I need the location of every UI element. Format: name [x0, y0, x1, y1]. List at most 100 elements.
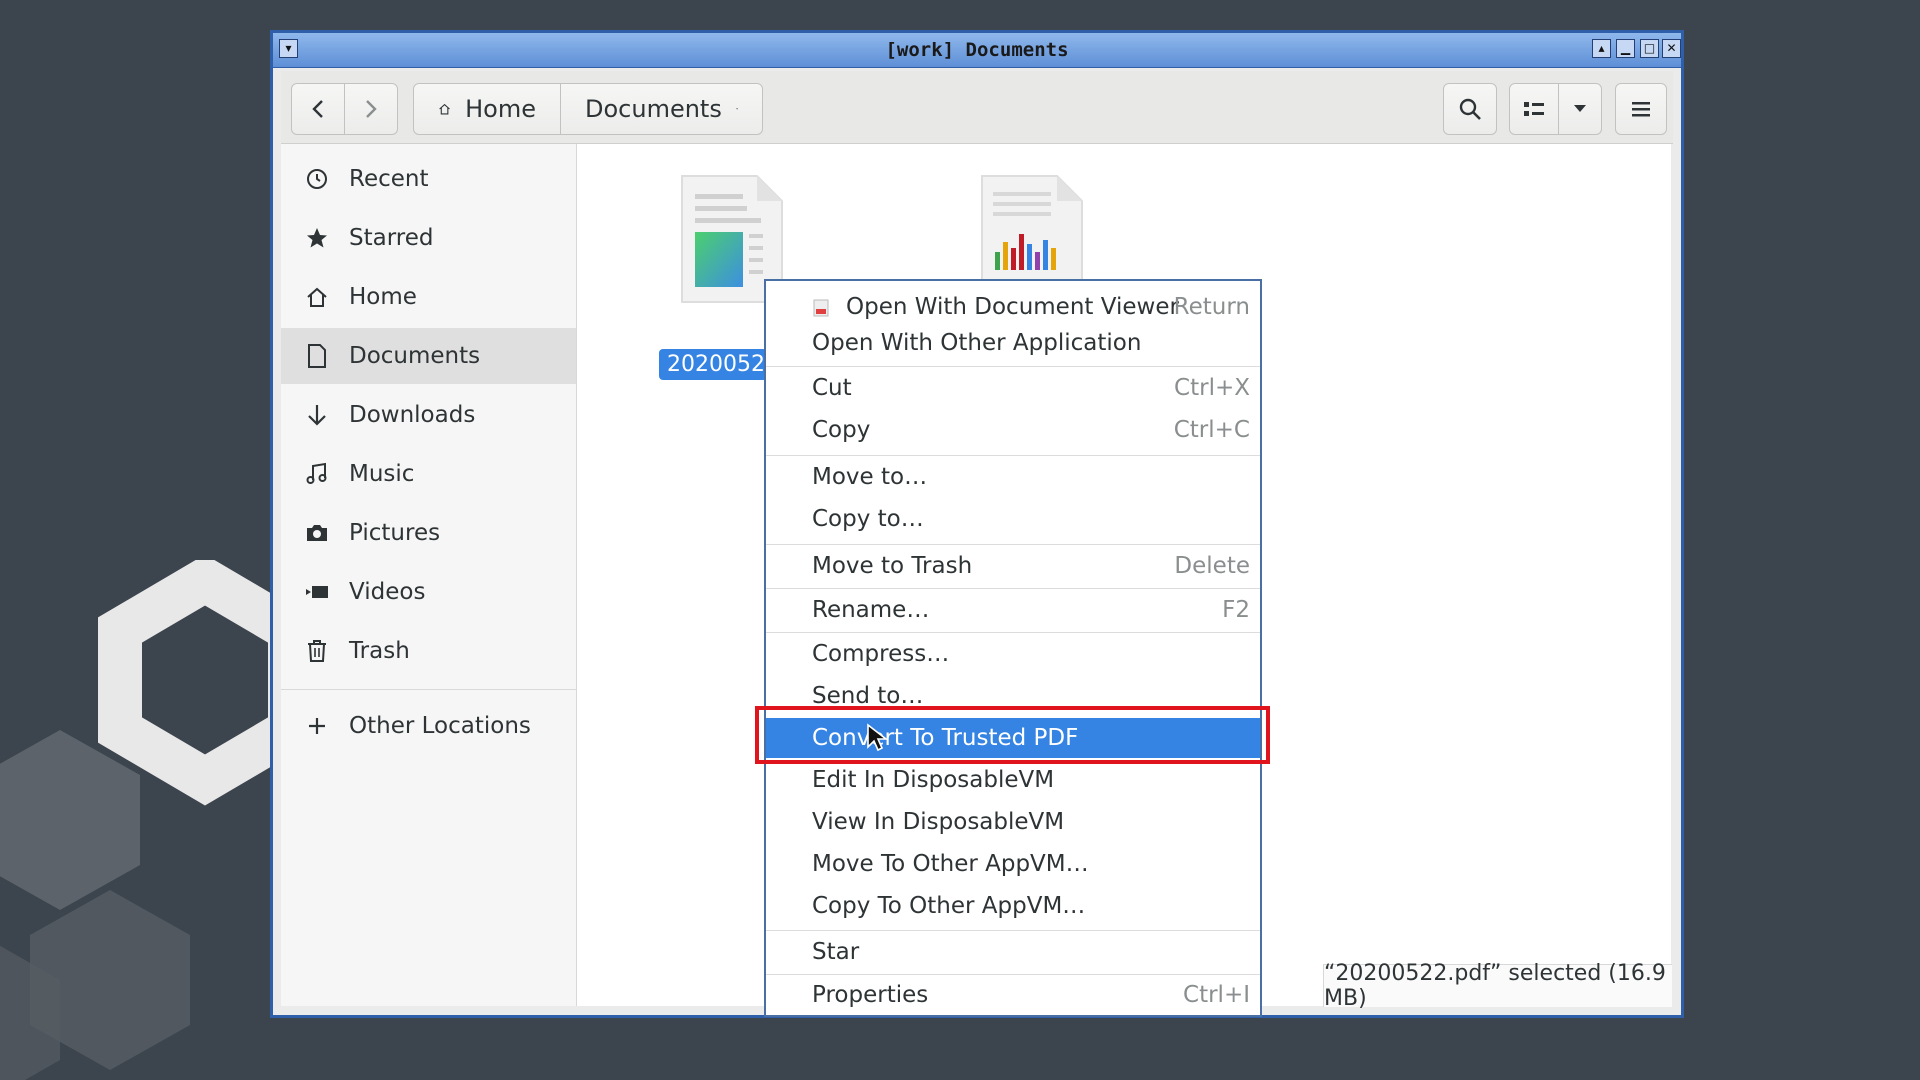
- menu-item-move-to-trash[interactable]: Move to Trash Delete: [766, 546, 1260, 586]
- main-menu-button[interactable]: [1615, 83, 1667, 135]
- menu-item-move-to[interactable]: Move to…: [766, 457, 1260, 497]
- menu-item-accel: Return: [1173, 294, 1250, 320]
- sidebar: Recent Starred Home Documents Downloads …: [281, 144, 577, 1006]
- star-icon: [301, 226, 333, 250]
- menu-item-accel: Ctrl+X: [1174, 375, 1250, 401]
- document-icon: [301, 344, 333, 368]
- home-icon: [301, 286, 333, 308]
- sidebar-item-label: Music: [349, 461, 415, 487]
- menu-item-view-in-disposablevm[interactable]: View In DisposableVM: [766, 802, 1260, 842]
- maximize-button[interactable]: □: [1640, 39, 1659, 58]
- sidebar-item-label: Starred: [349, 225, 434, 251]
- sidebar-item-videos[interactable]: Videos: [281, 564, 576, 620]
- menu-item-accel: F2: [1222, 597, 1250, 623]
- view-list-button[interactable]: [1509, 83, 1559, 135]
- shade-button[interactable]: ▴: [1592, 39, 1611, 58]
- menu-item-label: Copy: [812, 417, 871, 443]
- home-icon: [439, 103, 450, 115]
- spreadsheet-file-icon[interactable]: [977, 174, 1087, 284]
- menu-item-star[interactable]: Star: [766, 932, 1260, 972]
- document-viewer-icon: [813, 299, 829, 317]
- titlebar: ▾ [work] Documents ▴ ▁ □ ✕: [273, 33, 1681, 68]
- sidebar-item-label: Videos: [349, 579, 426, 605]
- close-button[interactable]: ✕: [1662, 39, 1681, 58]
- chevron-left-icon: [312, 100, 323, 118]
- sidebar-item-pictures[interactable]: Pictures: [281, 505, 576, 561]
- sidebar-item-label: Trash: [349, 638, 410, 664]
- menu-item-cut[interactable]: Cut Ctrl+X: [766, 368, 1260, 408]
- menu-item-rename[interactable]: Rename… F2: [766, 590, 1260, 630]
- menu-item-label: Open With Other Application: [812, 330, 1142, 356]
- sidebar-item-other-locations[interactable]: Other Locations: [281, 698, 576, 754]
- path-home-label: Home: [465, 95, 536, 123]
- menu-item-label: Move to Trash: [812, 553, 973, 579]
- menu-item-label: Compress…: [812, 641, 950, 667]
- menu-item-copy-to-other-appvm[interactable]: Copy To Other AppVM…: [766, 886, 1260, 926]
- menu-item-label: Open With Document Viewer: [846, 294, 1179, 320]
- caret-down-icon: [1574, 105, 1586, 112]
- sidebar-item-label: Documents: [349, 343, 481, 369]
- menu-separator: [766, 632, 1260, 633]
- menu-item-compress[interactable]: Compress…: [766, 634, 1260, 674]
- sidebar-item-music[interactable]: Music: [281, 446, 576, 502]
- menu-item-label: View In DisposableVM: [812, 809, 1065, 835]
- annotation-highlight-box: [755, 706, 1270, 764]
- menu-item-accel: Ctrl+C: [1173, 417, 1250, 443]
- menu-item-label: Copy to…: [812, 506, 924, 532]
- sidebar-item-label: Pictures: [349, 520, 441, 546]
- sidebar-item-starred[interactable]: Starred: [281, 210, 576, 266]
- path-documents-button[interactable]: Documents: [560, 83, 763, 135]
- menu-item-label: Star: [812, 939, 860, 965]
- menu-item-edit-in-disposablevm[interactable]: Edit In DisposableVM: [766, 760, 1260, 800]
- sidebar-item-label: Downloads: [349, 402, 476, 428]
- sidebar-separator: [281, 689, 576, 690]
- menu-item-label: Properties: [812, 982, 929, 1008]
- menu-item-copy[interactable]: Copy Ctrl+C: [766, 410, 1260, 450]
- download-icon: [301, 403, 333, 427]
- menu-item-copy-to[interactable]: Copy to…: [766, 499, 1260, 539]
- menu-item-label: Cut: [812, 375, 852, 401]
- chevron-right-icon: [366, 100, 377, 118]
- menu-item-label: Rename…: [812, 597, 930, 623]
- hamburger-menu-icon: [1632, 102, 1650, 117]
- menu-item-move-to-other-appvm[interactable]: Move To Other AppVM…: [766, 844, 1260, 884]
- minimize-button[interactable]: ▁: [1616, 39, 1635, 58]
- header-bar: Home Documents: [281, 71, 1673, 144]
- menu-item-label: Move To Other AppVM…: [812, 851, 1089, 877]
- menu-separator: [766, 930, 1260, 931]
- menu-item-accel: Delete: [1174, 553, 1250, 579]
- view-options-button[interactable]: [1558, 83, 1602, 135]
- menu-item-open-with-other-application[interactable]: Open With Other Application: [766, 323, 1260, 363]
- menu-separator: [766, 455, 1260, 456]
- sidebar-item-downloads[interactable]: Downloads: [281, 387, 576, 443]
- sidebar-item-documents[interactable]: Documents: [281, 328, 576, 384]
- path-documents-label: Documents: [585, 95, 722, 123]
- music-icon: [301, 462, 333, 486]
- sidebar-item-label: Home: [349, 284, 417, 310]
- sidebar-item-label: Other Locations: [349, 713, 531, 739]
- video-icon: [301, 582, 333, 602]
- sidebar-item-trash[interactable]: Trash: [281, 623, 576, 679]
- menu-separator: [766, 366, 1260, 367]
- status-text: “20200522.pdf” selected (16.9 MB): [1324, 961, 1666, 1011]
- menu-separator: [766, 588, 1260, 589]
- menu-item-open-with-document-viewer[interactable]: Open With Document Viewer Return: [766, 287, 1260, 327]
- back-button[interactable]: [291, 83, 345, 135]
- file-name-label[interactable]: 2020052: [659, 349, 767, 380]
- menu-item-label: Copy To Other AppVM…: [812, 893, 1086, 919]
- menu-item-label: Edit In DisposableVM: [812, 767, 1055, 793]
- sidebar-item-recent[interactable]: Recent: [281, 151, 576, 207]
- search-button[interactable]: [1443, 83, 1497, 135]
- sidebar-item-home[interactable]: Home: [281, 269, 576, 325]
- path-home-button[interactable]: Home: [413, 83, 561, 135]
- caret-down-icon: [735, 108, 738, 110]
- trash-icon: [301, 639, 333, 663]
- menu-item-properties[interactable]: Properties Ctrl+I: [766, 975, 1260, 1015]
- menu-item-label: Move to…: [812, 464, 928, 490]
- menu-item-accel: Ctrl+I: [1183, 982, 1250, 1008]
- forward-button[interactable]: [344, 83, 398, 135]
- window-title: [work] Documents: [885, 39, 1069, 61]
- mouse-pointer-icon: [867, 723, 888, 752]
- camera-icon: [301, 522, 333, 544]
- sidebar-item-label: Recent: [349, 166, 429, 192]
